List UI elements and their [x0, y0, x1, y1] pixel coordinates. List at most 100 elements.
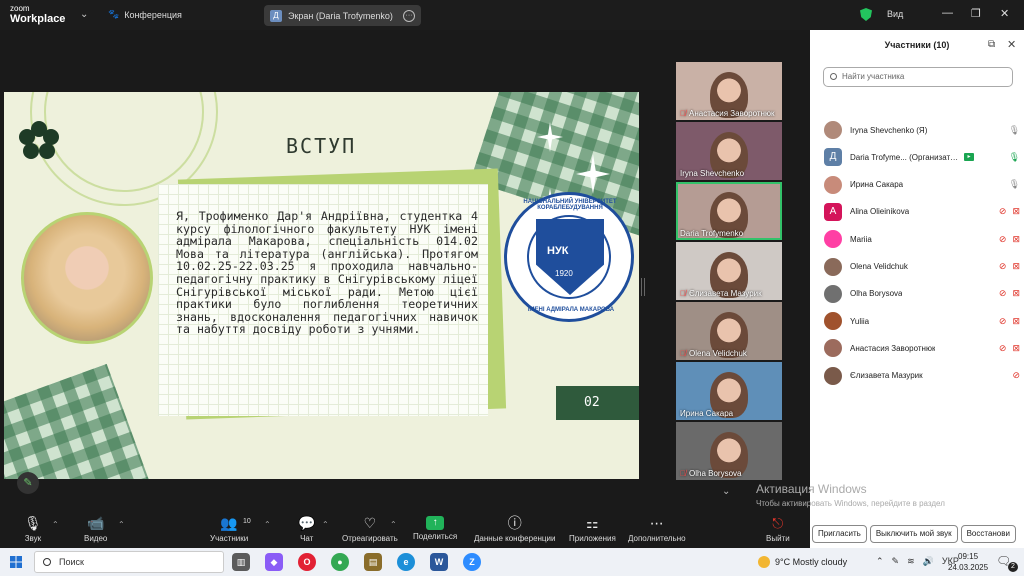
chrome-icon[interactable]: ●	[331, 553, 349, 571]
video-tile[interactable]: 🎙̸ Єлизавета Мазурик	[676, 242, 782, 300]
view-button[interactable]: Вид	[887, 9, 903, 19]
slide-page-number: 02	[556, 386, 639, 420]
copilot-icon[interactable]: ◆	[265, 553, 283, 571]
participants-panel: Участники (10) ⧉ ✕ Найти участника Iryna…	[810, 30, 1024, 548]
participant-row[interactable]: Mariia ⊘ ⊠	[824, 228, 1020, 250]
participant-search-input[interactable]: Найти участника	[823, 67, 1013, 87]
more-button[interactable]: ⋯ Дополнительно	[628, 514, 686, 543]
video-tile-name: 🎙̸ Olena Velidchuk	[680, 349, 747, 358]
participant-row[interactable]: Olha Borysova ⊘ ⊠	[824, 283, 1020, 305]
word-icon[interactable]: W	[430, 553, 448, 571]
react-options-caret[interactable]: ⌃	[390, 520, 397, 529]
volume-icon[interactable]: 🔊	[923, 556, 934, 567]
avatar: A	[824, 202, 842, 221]
audio-button[interactable]: 🎙 Звук	[24, 514, 42, 543]
pen-icon[interactable]: ✎	[892, 556, 900, 567]
invite-button[interactable]: Пригласить	[812, 525, 867, 543]
mute-me-button[interactable]: Выключить мой звук	[869, 525, 958, 543]
close-icon[interactable]: ✕	[1000, 7, 1009, 20]
search-icon	[830, 73, 837, 80]
mic-muted-icon: ⊘	[998, 261, 1007, 271]
chevron-down-icon[interactable]: ⌄	[722, 486, 730, 497]
chevron-down-icon[interactable]: ⌄	[80, 9, 88, 20]
mic-muted-icon: 🎙̸	[680, 109, 686, 118]
meeting-info-button[interactable]: 🐾 Конференция	[108, 9, 182, 20]
mic-icon: 🎙	[1008, 124, 1020, 135]
chevron-up-icon[interactable]: ⌃	[876, 556, 884, 567]
mic-muted-icon: ⊘	[998, 206, 1007, 217]
participant-row[interactable]: Д Daria Trofyme... (Организатор) ▸ 🎙	[824, 146, 1020, 168]
avatar	[824, 257, 842, 276]
microphone-icon: 🎙	[24, 515, 42, 531]
more-icon: ⋯	[649, 515, 664, 531]
title-bar: zoom Workplace ⌄ 🐾 Конференция Д Экран (…	[0, 0, 1024, 30]
mic-icon: 🎙	[1008, 179, 1020, 190]
edge-icon[interactable]: e	[397, 553, 415, 571]
avatar	[824, 366, 842, 385]
participant-status-icons: ⊘ ⊠	[999, 206, 1020, 217]
video-tile[interactable]: 🎙̸ Olha Borysova	[676, 422, 782, 480]
system-tray: ⌃ ✎ ≋ 🔊 УКР	[876, 556, 959, 567]
mic-active-icon: 🎙	[1008, 151, 1020, 162]
weather-widget[interactable]: 9°C Mostly cloudy	[758, 556, 847, 568]
sharer-avatar: Д	[270, 9, 282, 22]
file-explorer-icon[interactable]: ▤	[364, 553, 382, 571]
mic-muted-icon: 🎙̸	[680, 349, 686, 358]
split-resize-handle[interactable]	[641, 278, 645, 296]
video-tile[interactable]: 🎙̸ Анастасия Заворотнюк	[676, 62, 782, 120]
clock[interactable]: 09:15 24.03.2025	[948, 551, 988, 573]
task-view-icon[interactable]: ▥	[232, 553, 250, 571]
avatar	[824, 121, 842, 139]
participant-row[interactable]: Єлизавета Мазурик ⊘	[824, 365, 1020, 387]
participant-row[interactable]: Iryna Shevchenko (Я) 🎙	[824, 119, 1020, 141]
presentation-slide: ВСТУП Я, Трофименко Дар'я Андріївна, сту…	[4, 92, 639, 479]
apps-icon: ⚏	[586, 515, 599, 531]
participant-row[interactable]: Анастасия Заворотнюк ⊘ ⊠	[824, 337, 1020, 359]
participant-name: Olha Borysova	[850, 289, 903, 299]
mic-muted-icon: 🎙̸	[680, 469, 686, 478]
participant-status-icons: ⊘ ⊠	[999, 343, 1020, 354]
audio-options-caret[interactable]: ⌃	[52, 520, 59, 529]
participants-options-caret[interactable]: ⌃	[264, 520, 271, 529]
chat-options-caret[interactable]: ⌃	[322, 520, 329, 529]
wifi-icon[interactable]: ≋	[907, 556, 915, 567]
participant-row[interactable]: A Alina Olieinikova ⊘ ⊠	[824, 201, 1020, 223]
annotate-pen-icon[interactable]: ✎	[17, 472, 39, 494]
windows-start-icon[interactable]	[10, 556, 22, 568]
video-tile[interactable]: Daria Trofymenko	[676, 182, 782, 240]
restore-icon[interactable]: ❐	[971, 7, 981, 20]
avatar	[824, 312, 842, 331]
taskbar-search-input[interactable]: Поиск	[34, 551, 224, 573]
participant-row[interactable]: Olena Velidchuk ⊘ ⊠	[824, 256, 1020, 278]
participant-status-icons: ⊘ ⊠	[999, 261, 1020, 272]
opera-icon[interactable]: O	[298, 553, 316, 571]
student-photo	[21, 212, 153, 344]
video-button[interactable]: 📹 Видео	[84, 514, 107, 543]
video-tile[interactable]: 🎙̸ Olena Velidchuk	[676, 302, 782, 360]
close-icon[interactable]: ✕	[1007, 38, 1016, 51]
mic-muted-icon: 🎙̸	[680, 289, 686, 298]
participant-name: Анастасия Заворотнюк	[850, 343, 936, 353]
participant-row[interactable]: Ирина Сакара 🎙	[824, 174, 1020, 196]
apps-button[interactable]: ⚏ Приложения	[569, 514, 616, 543]
participant-row[interactable]: Yuliia ⊘ ⊠	[824, 310, 1020, 332]
weather-icon	[758, 556, 770, 568]
video-tile-name: 🎙̸ Єлизавета Мазурик	[680, 289, 762, 298]
chat-button[interactable]: 💬 Чат	[298, 514, 315, 543]
participant-status-icons: ⊘ ⊠	[999, 316, 1020, 327]
video-strip: 🎙̸ Анастасия Заворотнюк Iryna Shevchenko Da…	[676, 62, 782, 480]
video-tile[interactable]: Ирина Сакара	[676, 362, 782, 420]
panel-actions: Пригласить Выключить мой звук Восстанови	[810, 523, 1024, 548]
popout-icon[interactable]: ⧉	[988, 39, 995, 50]
meeting-info-button[interactable]: ⓘ Данные конференции	[474, 514, 555, 543]
video-tile[interactable]: Iryna Shevchenko	[676, 122, 782, 180]
share-button[interactable]: ↑ Поделиться	[413, 514, 457, 541]
screen-share-pill[interactable]: Д Экран (Daria Trofymenko) ···	[264, 5, 421, 26]
minimize-icon[interactable]: —	[942, 7, 953, 19]
leave-button[interactable]: ⎋ Выйти	[766, 514, 790, 543]
restore-button[interactable]: Восстанови	[960, 525, 1016, 543]
video-options-caret[interactable]: ⌃	[118, 520, 125, 529]
zoom-taskbar-icon[interactable]: Z	[463, 553, 481, 571]
more-icon[interactable]: ···	[403, 9, 415, 22]
shield-icon[interactable]	[860, 8, 872, 21]
